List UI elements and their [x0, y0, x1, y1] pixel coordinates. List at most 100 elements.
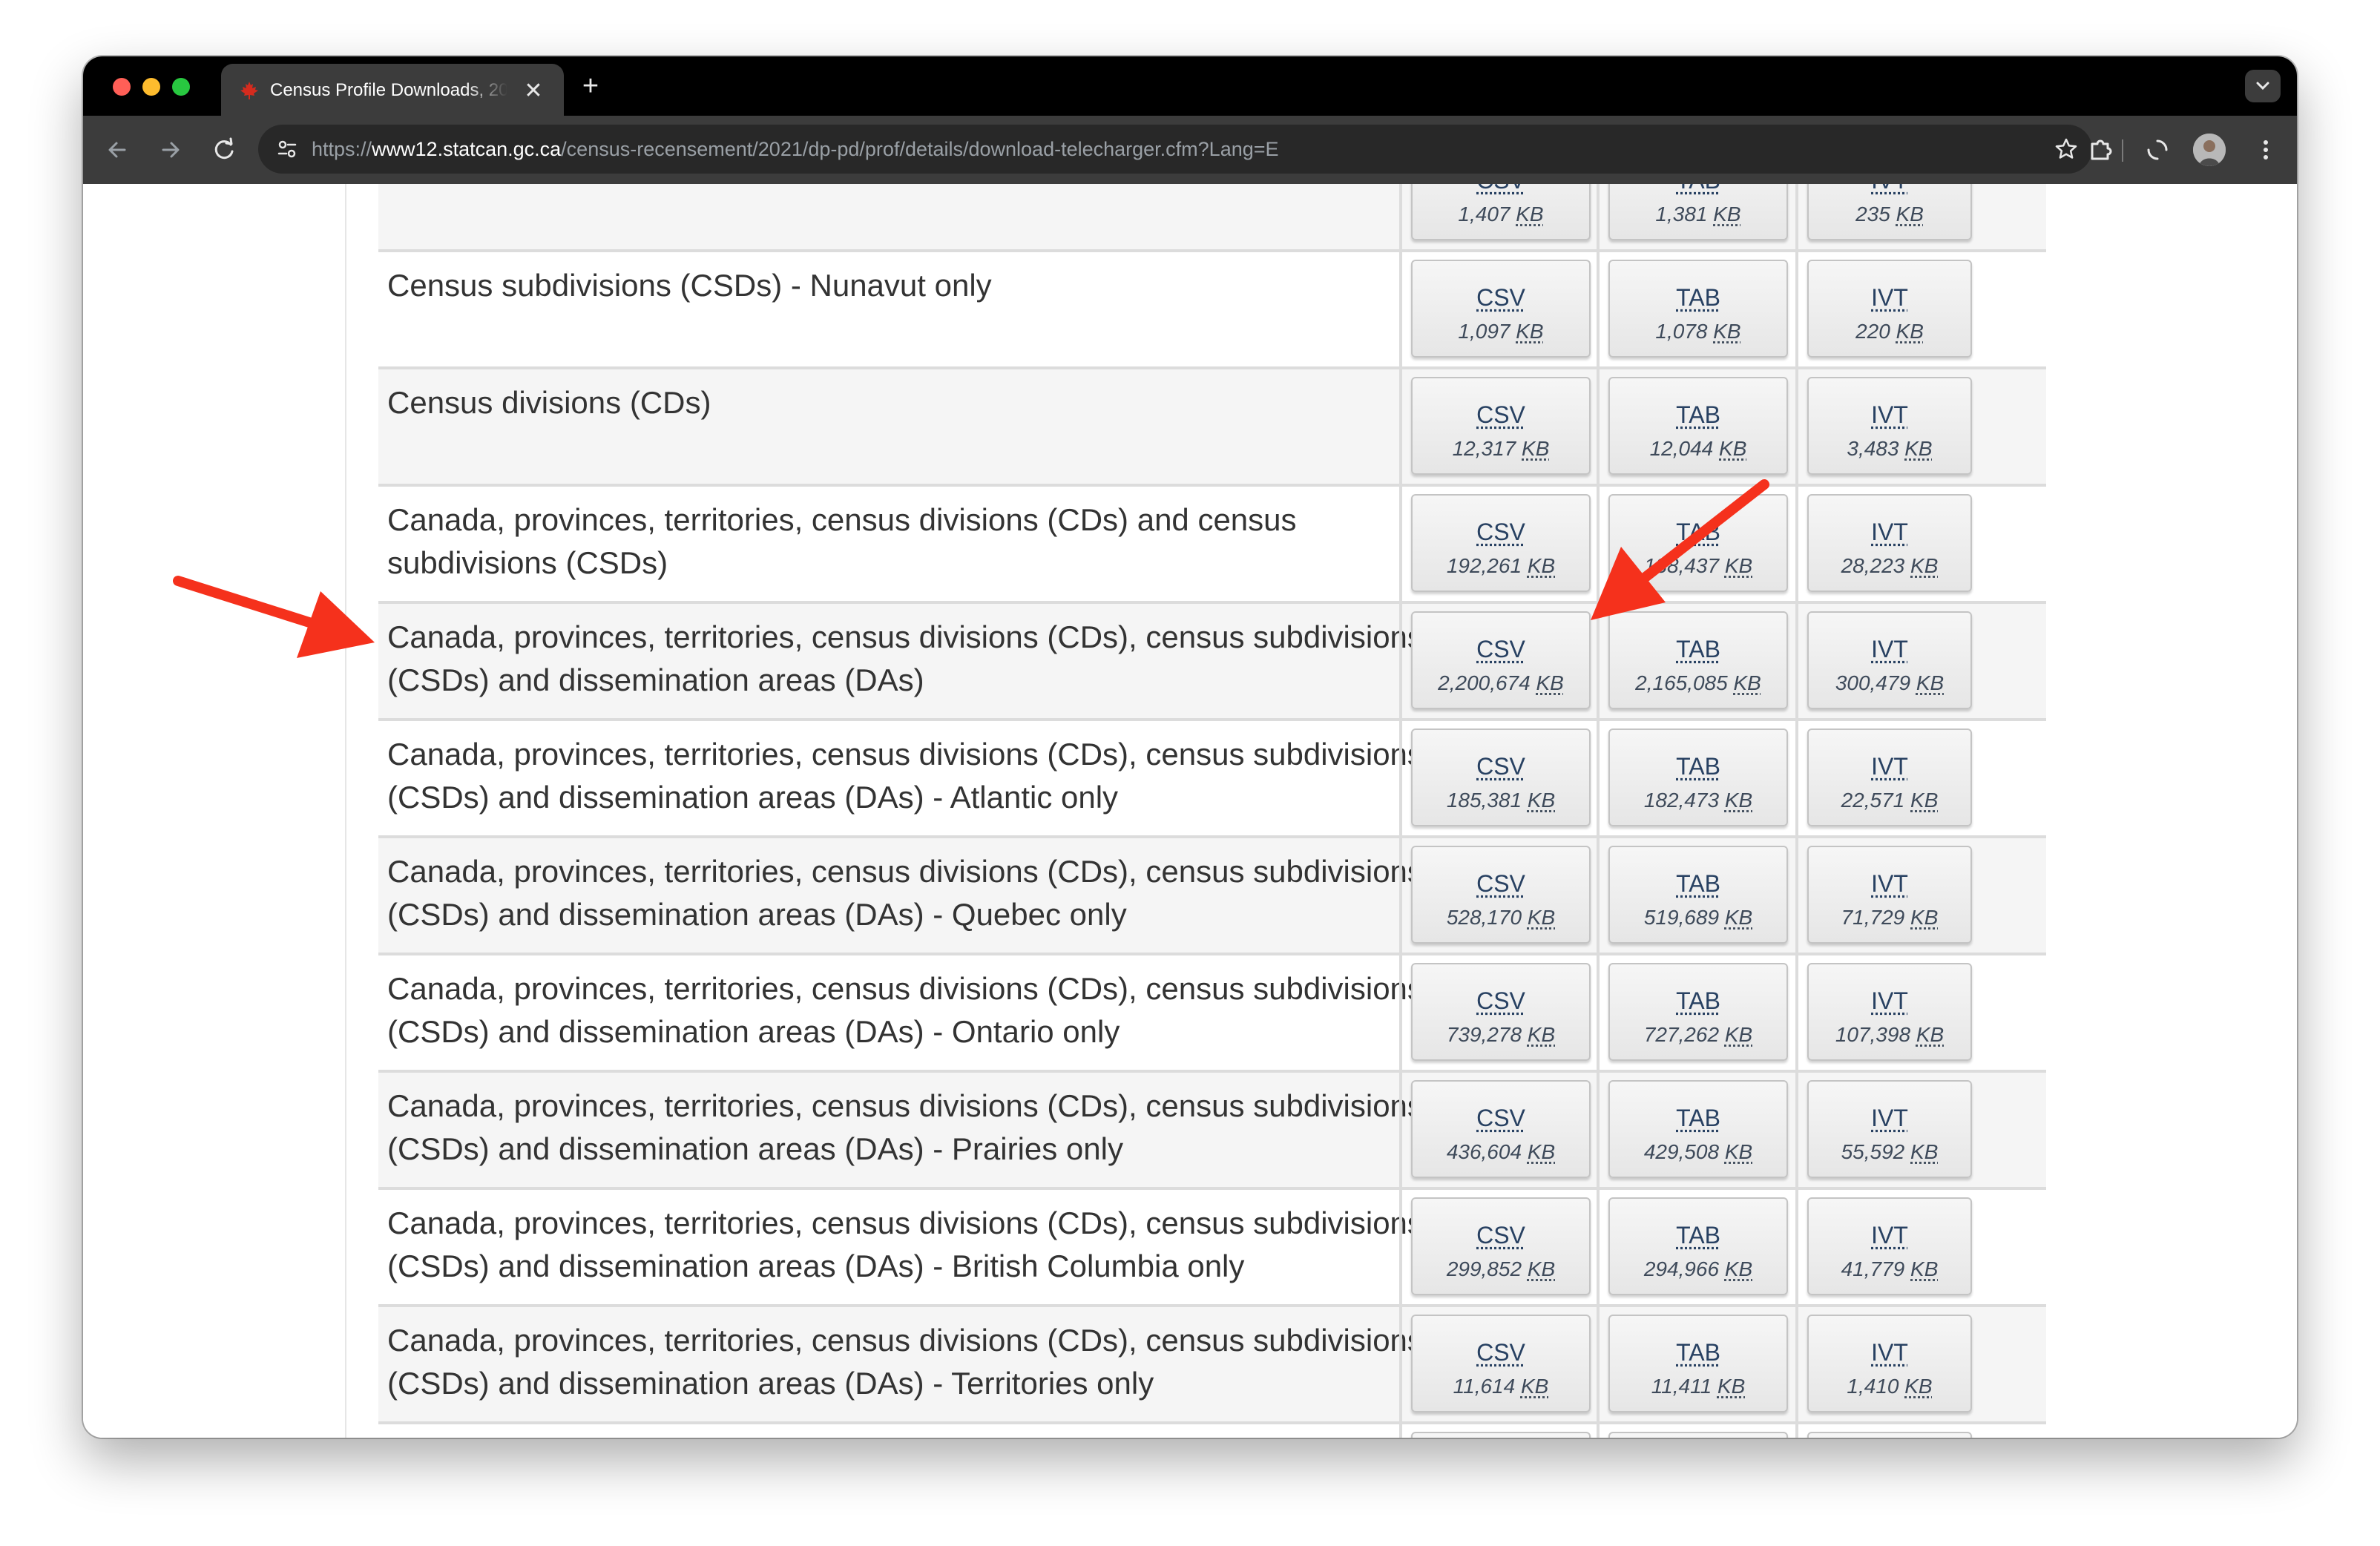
file-size-value: 3,483 — [1847, 437, 1899, 460]
file-size: 11,411 KB — [1610, 1374, 1786, 1399]
loading-spinner-icon[interactable] — [2141, 134, 2174, 166]
csv-download-button[interactable]: CSV 12,317 KB — [1411, 377, 1591, 475]
file-size: 192,261 KB — [1413, 553, 1589, 579]
csv-download-button[interactable]: CSV 2,200,674 KB — [1411, 611, 1591, 709]
format-label: IVT — [1871, 987, 1908, 1014]
ivt-download-button[interactable]: IVT 235 KB — [1807, 184, 1972, 240]
close-window-button[interactable] — [113, 78, 131, 96]
file-size-unit: KB — [1910, 789, 1939, 812]
chevron-down-icon — [2256, 82, 2269, 91]
table-row: Canada, provinces, territories, census d… — [378, 1187, 2046, 1304]
file-size: 2,200,674 KB — [1413, 671, 1589, 696]
file-size-unit: KB — [1896, 203, 1924, 226]
csv-download-button[interactable]: CSV 436,604 KB — [1411, 1080, 1591, 1178]
table-row: Canada, provinces, territories, census d… — [378, 601, 2046, 718]
tab-download-button[interactable]: TAB 12,044 KB — [1608, 377, 1788, 475]
csv-download-button[interactable]: CSV 528,170 KB — [1411, 846, 1591, 944]
tab-download-button[interactable]: TAB 519,689 KB — [1608, 846, 1788, 944]
ivt-download-button[interactable]: IVT 107,398 KB — [1807, 963, 1972, 1061]
ivt-download-button[interactable]: IVT 220 KB — [1807, 260, 1972, 358]
file-size-unit: KB — [1733, 671, 1761, 694]
file-size: 12,044 KB — [1610, 436, 1786, 461]
menu-kebab-icon[interactable] — [2249, 134, 2282, 166]
csv-download-button[interactable]: CSV — [1411, 1432, 1591, 1438]
tab-download-button[interactable]: TAB 1,381 KB — [1608, 184, 1788, 240]
csv-download-button[interactable]: CSV 1,407 KB — [1411, 184, 1591, 240]
download-table: CSV1,407 KBTAB1,381 KBIVT235 KBCensus su… — [378, 184, 2046, 1438]
reload-icon[interactable] — [208, 134, 240, 166]
file-size-unit: KB — [1522, 437, 1550, 460]
ivt-download-button[interactable]: IVT 1,410 KB — [1807, 1315, 1972, 1412]
format-label: CSV — [1476, 1105, 1525, 1131]
file-size-unit: KB — [1724, 906, 1753, 929]
site-settings-icon[interactable] — [276, 138, 298, 160]
minimize-window-button[interactable] — [142, 78, 160, 96]
forward-arrow-icon[interactable] — [154, 134, 187, 166]
tab-download-button[interactable]: TAB 11,411 KB — [1608, 1315, 1788, 1412]
back-arrow-icon[interactable] — [101, 134, 134, 166]
tab-download-button[interactable]: TAB 429,508 KB — [1608, 1080, 1788, 1178]
ivt-download-button[interactable]: IVT 3,483 KB — [1807, 377, 1972, 475]
file-size: 727,262 KB — [1610, 1022, 1786, 1047]
ivt-download-button[interactable]: IVT 55,592 KB — [1807, 1080, 1972, 1178]
profile-avatar[interactable] — [2193, 134, 2226, 166]
tab-download-button[interactable]: TAB 2,165,085 KB — [1608, 611, 1788, 709]
file-size-unit: KB — [1724, 1023, 1753, 1046]
url-text[interactable]: https://www12.statcan.gc.ca/census-recen… — [312, 138, 1279, 161]
csv-download-button[interactable]: CSV 1,097 KB — [1411, 260, 1591, 358]
cell-divider — [1795, 487, 1798, 601]
ivt-download-button[interactable]: IVT 22,571 KB — [1807, 728, 1972, 826]
tab-download-button[interactable]: TAB — [1608, 1432, 1788, 1438]
cell-divider — [1795, 1073, 1798, 1187]
file-size-value: 41,779 — [1841, 1257, 1905, 1280]
file-size-unit: KB — [1910, 1140, 1939, 1163]
csv-download-button[interactable]: CSV 739,278 KB — [1411, 963, 1591, 1061]
format-label: IVT — [1871, 753, 1908, 780]
file-size-unit: KB — [1719, 437, 1747, 460]
file-size: 3,483 KB — [1809, 436, 1970, 461]
format-label: IVT — [1871, 519, 1908, 545]
new-tab-button[interactable]: + — [576, 71, 605, 101]
tab-download-button[interactable]: TAB 188,437 KB — [1608, 494, 1788, 592]
cell-divider — [1399, 1307, 1402, 1421]
table-row: Canada, provinces, territories, census d… — [378, 1070, 2046, 1187]
cell-divider — [1795, 955, 1798, 1070]
file-size-value: 22,571 — [1841, 789, 1905, 812]
csv-download-button[interactable]: CSV 299,852 KB — [1411, 1197, 1591, 1295]
file-size-value: 294,966 — [1643, 1257, 1720, 1280]
zoom-window-button[interactable] — [172, 78, 190, 96]
table-row: Canada, provinces, territories, census d… — [378, 718, 2046, 835]
csv-download-button[interactable]: CSV 11,614 KB — [1411, 1315, 1591, 1412]
table-row: CSV TAB IVT — [378, 1421, 2046, 1438]
row-label: Canada, provinces, territories, census d… — [387, 619, 1423, 697]
cell-divider — [1795, 252, 1798, 366]
table-row: Canada, provinces, territories, census d… — [378, 484, 2046, 601]
bookmark-star-icon[interactable] — [2054, 136, 2079, 162]
tab-download-button[interactable]: TAB 727,262 KB — [1608, 963, 1788, 1061]
row-label: Canada, provinces, territories, census d… — [387, 971, 1423, 1049]
cell-divider — [1597, 1424, 1600, 1438]
tab-download-button[interactable]: TAB 182,473 KB — [1608, 728, 1788, 826]
browser-tab[interactable]: Census Profile Downloads, 2021 ✕ — [221, 64, 564, 116]
csv-download-button[interactable]: CSV 185,381 KB — [1411, 728, 1591, 826]
csv-download-button[interactable]: CSV 192,261 KB — [1411, 494, 1591, 592]
tab-download-button[interactable]: TAB 294,966 KB — [1608, 1197, 1788, 1295]
tab-download-button[interactable]: TAB 1,078 KB — [1608, 260, 1788, 358]
ivt-download-button[interactable]: IVT 41,779 KB — [1807, 1197, 1972, 1295]
file-size-unit: KB — [1916, 1023, 1945, 1046]
ivt-download-button[interactable]: IVT 300,479 KB — [1807, 611, 1972, 709]
file-size-unit: KB — [1516, 203, 1544, 226]
extensions-puzzle-icon[interactable] — [2085, 134, 2117, 166]
format-label: TAB — [1676, 519, 1720, 545]
tab-close-icon[interactable]: ✕ — [521, 79, 546, 104]
address-bar[interactable]: https://www12.statcan.gc.ca/census-recen… — [258, 125, 2092, 174]
format-label: TAB — [1610, 184, 1786, 194]
cell-divider — [1795, 1424, 1798, 1438]
file-size-value: 429,508 — [1643, 1140, 1720, 1163]
ivt-download-button[interactable]: IVT 71,729 KB — [1807, 846, 1972, 944]
cell-divider — [1597, 721, 1600, 835]
ivt-download-button[interactable]: IVT 28,223 KB — [1807, 494, 1972, 592]
ivt-download-button[interactable]: IVT — [1807, 1432, 1972, 1438]
tab-search-button[interactable] — [2245, 70, 2281, 102]
file-size-value: 11,411 — [1651, 1375, 1712, 1398]
